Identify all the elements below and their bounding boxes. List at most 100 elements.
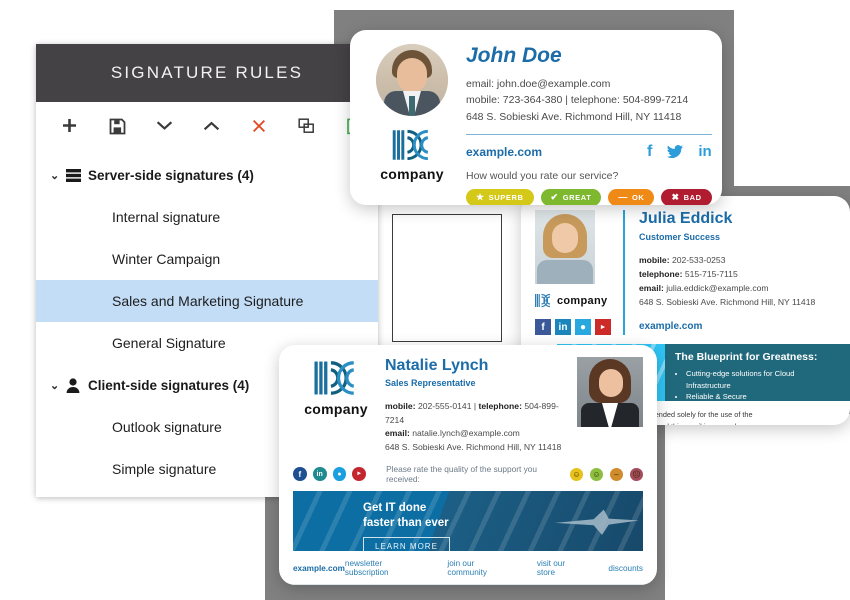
- rating-label: GREAT: [562, 192, 592, 202]
- chevron-down-icon[interactable]: ⌄: [50, 379, 66, 392]
- footer-link-example[interactable]: example.com: [293, 564, 345, 573]
- add-button[interactable]: [46, 106, 93, 146]
- telephone-value: 515-715-7115: [682, 269, 738, 280]
- promo-banner[interactable]: Get IT done faster than ever LEARN MORE: [293, 491, 643, 552]
- page-title: SIGNATURE RULES: [110, 63, 304, 82]
- youtube-icon[interactable]: ►: [595, 319, 611, 335]
- star-icon: ★: [476, 191, 485, 202]
- divider: [466, 133, 712, 135]
- banner-title-line2: faster than ever: [363, 517, 449, 529]
- footer-link-discounts[interactable]: discounts: [608, 564, 643, 573]
- logo-wordmark: company: [380, 166, 444, 182]
- smiley-superb-icon[interactable]: ☺: [570, 467, 583, 481]
- avatar: [376, 44, 448, 116]
- linkedin-icon[interactable]: in: [555, 319, 571, 335]
- rating-button-superb[interactable]: ★ SUPERB: [466, 188, 534, 205]
- rating-label: SUPERB: [488, 192, 524, 202]
- tree-group-label: Server-side signatures (4): [88, 167, 254, 183]
- address-value: 648 S. Sobieski Ave. Richmond Hill, NY 1…: [639, 297, 816, 308]
- learn-more-button[interactable]: LEARN MORE: [363, 536, 450, 552]
- rating-prompt: How would you rate our service?: [466, 169, 619, 182]
- empty-preview-slot: [392, 214, 502, 342]
- linkedin-icon[interactable]: in: [698, 143, 711, 160]
- close-icon: ✖: [671, 191, 680, 202]
- contact-details: mobile: 202-555-0141 | telephone: 504-89…: [385, 400, 577, 456]
- user-icon: [66, 377, 88, 393]
- telephone-label: telephone:: [639, 269, 683, 280]
- mobile-value: 202-533-0253: [669, 255, 726, 266]
- contact-role: Sales Representative: [385, 377, 476, 388]
- banner-bullets: Cutting-edge solutions for Cloud Infrast…: [675, 368, 840, 401]
- logo-wordmark: company: [304, 401, 368, 417]
- smiley-ok-icon[interactable]: –: [610, 467, 623, 481]
- logo-wordmark: company: [557, 294, 608, 307]
- delete-button[interactable]: [236, 106, 283, 146]
- sidebar-item-sales-and-marketing-signature[interactable]: Sales and Marketing Signature: [36, 280, 378, 322]
- tree-item-label: General Signature: [112, 335, 226, 351]
- website-link[interactable]: example.com: [466, 145, 542, 159]
- banner-title: The Blueprint for Greatness:: [675, 351, 818, 363]
- julia-left-column: company f in ● ►: [535, 210, 623, 335]
- dash-icon: —: [618, 192, 628, 203]
- youtube-icon[interactable]: ►: [352, 467, 367, 482]
- tree-group-label: Client-side signatures (4): [88, 377, 250, 393]
- john-left-column: company: [366, 44, 458, 205]
- phone-line: mobile: 723-364-380 | telephone: 504-899…: [466, 94, 689, 107]
- natalie-left-column: company: [293, 357, 379, 455]
- social-and-rating-row: f in ● ► Please rate the quality of the …: [279, 455, 657, 491]
- tree-item-label: Simple signature: [112, 461, 217, 477]
- avatar: [535, 210, 595, 284]
- contact-name: Natalie Lynch: [385, 357, 489, 374]
- social-links: f in: [647, 143, 712, 161]
- rating-button-great[interactable]: ✔ GREAT: [540, 188, 602, 205]
- tree-group-server-side[interactable]: ⌄ Server-side signatures (4): [36, 154, 378, 196]
- contact-details: email: john.doe@example.com mobile: 723-…: [466, 76, 712, 125]
- telephone-label: telephone:: [478, 400, 522, 411]
- move-up-button[interactable]: [188, 106, 235, 146]
- avatar: [577, 357, 643, 427]
- chevron-down-icon[interactable]: ⌄: [50, 169, 66, 182]
- rating-label: OK: [632, 192, 645, 202]
- email-label: email:: [639, 283, 664, 294]
- footer-link-store[interactable]: visit our store: [537, 559, 581, 577]
- mobile-label: mobile:: [639, 255, 670, 266]
- facebook-icon[interactable]: f: [535, 319, 551, 335]
- footer-link-community[interactable]: join our community: [447, 559, 508, 577]
- smiley-bad-icon[interactable]: ☹: [630, 467, 643, 481]
- facebook-icon[interactable]: f: [293, 467, 307, 482]
- email-value: natalie.lynch@example.com: [409, 428, 520, 439]
- sidebar-item-winter-campaign[interactable]: Winter Campaign: [36, 238, 378, 280]
- window-header: SIGNATURE RULES: [36, 44, 378, 102]
- move-down-button[interactable]: [141, 106, 188, 146]
- twitter-icon[interactable]: ●: [332, 467, 347, 482]
- address-line: 648 S. Sobieski Ave. Richmond Hill, NY 1…: [466, 110, 682, 123]
- toolbar: [36, 102, 378, 150]
- address-value: 648 S. Sobieski Ave. Richmond Hill, NY 1…: [385, 442, 562, 453]
- rating-button-bad[interactable]: ✖ BAD: [661, 188, 712, 205]
- save-button[interactable]: [93, 106, 140, 146]
- footer-links: example.com newsletter subscription join…: [279, 551, 657, 584]
- twitter-icon[interactable]: [667, 145, 684, 159]
- website-link[interactable]: example.com: [639, 321, 850, 332]
- logo-mark-icon: [535, 293, 551, 308]
- screenshot-stage: SIGNATURE RULES ⌄ Server-side signatures…: [0, 0, 850, 600]
- check-icon: ✔: [550, 191, 559, 202]
- signature-preview-natalie[interactable]: company Natalie Lynch Sales Representati…: [279, 345, 657, 585]
- company-logo: company: [535, 293, 623, 308]
- logo-mark-icon: [314, 361, 355, 395]
- contact-name: John Doe: [466, 44, 562, 67]
- twitter-icon[interactable]: ●: [575, 319, 591, 335]
- sidebar-item-internal-signature[interactable]: Internal signature: [36, 196, 378, 238]
- linkedin-icon[interactable]: in: [312, 467, 327, 482]
- email-label: email:: [385, 428, 410, 439]
- duplicate-button[interactable]: [283, 106, 330, 146]
- rating-faces: ☺ ☺ – ☹: [570, 467, 643, 481]
- email-line: email: john.doe@example.com: [466, 78, 611, 91]
- facebook-icon[interactable]: f: [647, 143, 652, 161]
- rating-button-ok[interactable]: — OK: [608, 188, 655, 205]
- smiley-great-icon[interactable]: ☺: [590, 467, 603, 481]
- contact-role: Customer Success: [639, 232, 721, 243]
- contact-details: mobile: 202-533-0253 telephone: 515-715-…: [639, 254, 850, 310]
- signature-preview-john[interactable]: company John Doe email: john.doe@example…: [350, 30, 722, 205]
- footer-link-newsletter[interactable]: newsletter subscription: [345, 559, 420, 577]
